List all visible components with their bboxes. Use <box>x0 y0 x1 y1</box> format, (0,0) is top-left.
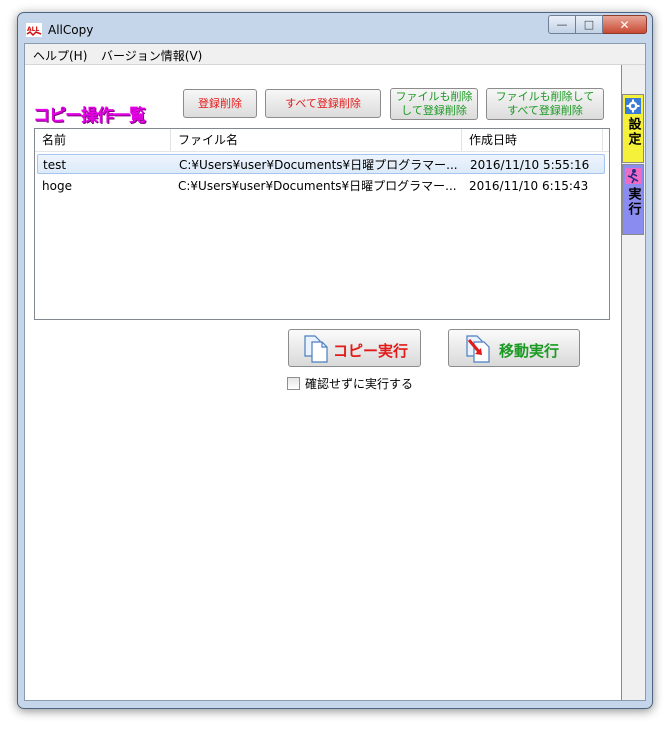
confirm-checkbox[interactable] <box>287 377 300 390</box>
copy-icon <box>304 335 328 363</box>
minimize-icon: — <box>556 18 568 31</box>
list-header: 名前 ファイル名 作成日時 <box>35 129 609 152</box>
copy-execute-button[interactable]: コピー実行 <box>288 329 421 367</box>
copy-execute-label: コピー実行 <box>333 342 409 360</box>
delete-all-label: すべて登録削除 <box>285 96 361 110</box>
close-button[interactable]: ✕ <box>603 15 647 34</box>
column-header-filename[interactable]: ファイル名 <box>171 129 462 151</box>
row-created: 2016/11/10 5:55:16 <box>470 158 590 172</box>
row-file: C:¥Users¥user¥Documents¥日曜プログラマー... <box>178 179 457 193</box>
move-execute-button[interactable]: 移動実行 <box>448 329 580 367</box>
list-row[interactable]: hoge C:¥Users¥user¥Documents¥日曜プログラマー...… <box>37 176 605 196</box>
app-icon: ALL <box>26 23 42 37</box>
menu-version-info[interactable]: バージョン情報(V) <box>101 47 202 64</box>
title-bar[interactable]: ALL AllCopy — □ ✕ <box>18 13 652 43</box>
delete-files-button[interactable]: ファイルも削除 して登録削除 <box>390 88 478 120</box>
tab-execute-label: 実行 <box>625 187 641 217</box>
move-execute-label: 移動実行 <box>499 342 560 360</box>
menu-help[interactable]: ヘルプ(H) <box>33 47 87 64</box>
minimize-button[interactable]: — <box>548 15 576 34</box>
maximize-button[interactable]: □ <box>576 15 603 34</box>
runner-icon <box>625 168 641 184</box>
column-header-name[interactable]: 名前 <box>35 129 171 151</box>
app-window: ALL AllCopy — □ ✕ ヘルプ(H) バージョン情報(V) コピー操… <box>17 12 653 709</box>
section-title: コピー操作一覧 <box>33 106 146 126</box>
maximize-icon: □ <box>583 18 595 31</box>
copy-operation-list[interactable]: 名前 ファイル名 作成日時 test C:¥Users¥user¥Documen… <box>34 128 610 320</box>
menu-bar: ヘルプ(H) バージョン情報(V) <box>25 44 645 65</box>
row-name: test <box>43 158 67 172</box>
confirm-checkbox-label: 確認せずに実行する <box>305 377 414 391</box>
tab-settings-label: 設定 <box>625 117 641 147</box>
side-tab-strip: 設定 実行 <box>622 65 645 700</box>
delete-files-label-2: して登録削除 <box>401 104 467 117</box>
confirm-checkbox-row[interactable]: 確認せずに実行する <box>287 375 413 392</box>
delete-all-files-label-1: ファイルも削除して <box>495 90 595 103</box>
window-title: AllCopy <box>48 23 94 37</box>
delete-files-label-1: ファイルも削除 <box>395 90 473 103</box>
main-panel: コピー操作一覧 登録削除 すべて登録削除 ファイルも削除 して登録削除 ファイル… <box>25 65 622 700</box>
row-created: 2016/11/10 6:15:43 <box>469 179 589 193</box>
row-name: hoge <box>42 179 72 193</box>
client-area: ヘルプ(H) バージョン情報(V) コピー操作一覧 登録削除 すべて登録削除 フ… <box>24 43 646 701</box>
tab-settings[interactable]: 設定 <box>622 94 644 163</box>
delete-all-files-button[interactable]: ファイルも削除して すべて登録削除 <box>486 88 604 120</box>
move-icon <box>466 335 490 363</box>
delete-all-files-label-2: すべて登録削除 <box>507 104 583 117</box>
gear-icon <box>625 98 641 114</box>
delete-entry-label: 登録削除 <box>198 96 242 110</box>
list-row-selected[interactable]: test C:¥Users¥user¥Documents¥日曜プログラマー...… <box>37 154 605 174</box>
window-controls: — □ ✕ <box>548 15 647 34</box>
close-icon: ✕ <box>619 17 630 32</box>
delete-all-button[interactable]: すべて登録削除 <box>265 89 381 118</box>
tab-execute[interactable]: 実行 <box>622 164 644 235</box>
row-file: C:¥Users¥user¥Documents¥日曜プログラマー... <box>179 158 458 172</box>
delete-entry-button[interactable]: 登録削除 <box>183 89 257 118</box>
column-header-created[interactable]: 作成日時 <box>462 129 603 151</box>
